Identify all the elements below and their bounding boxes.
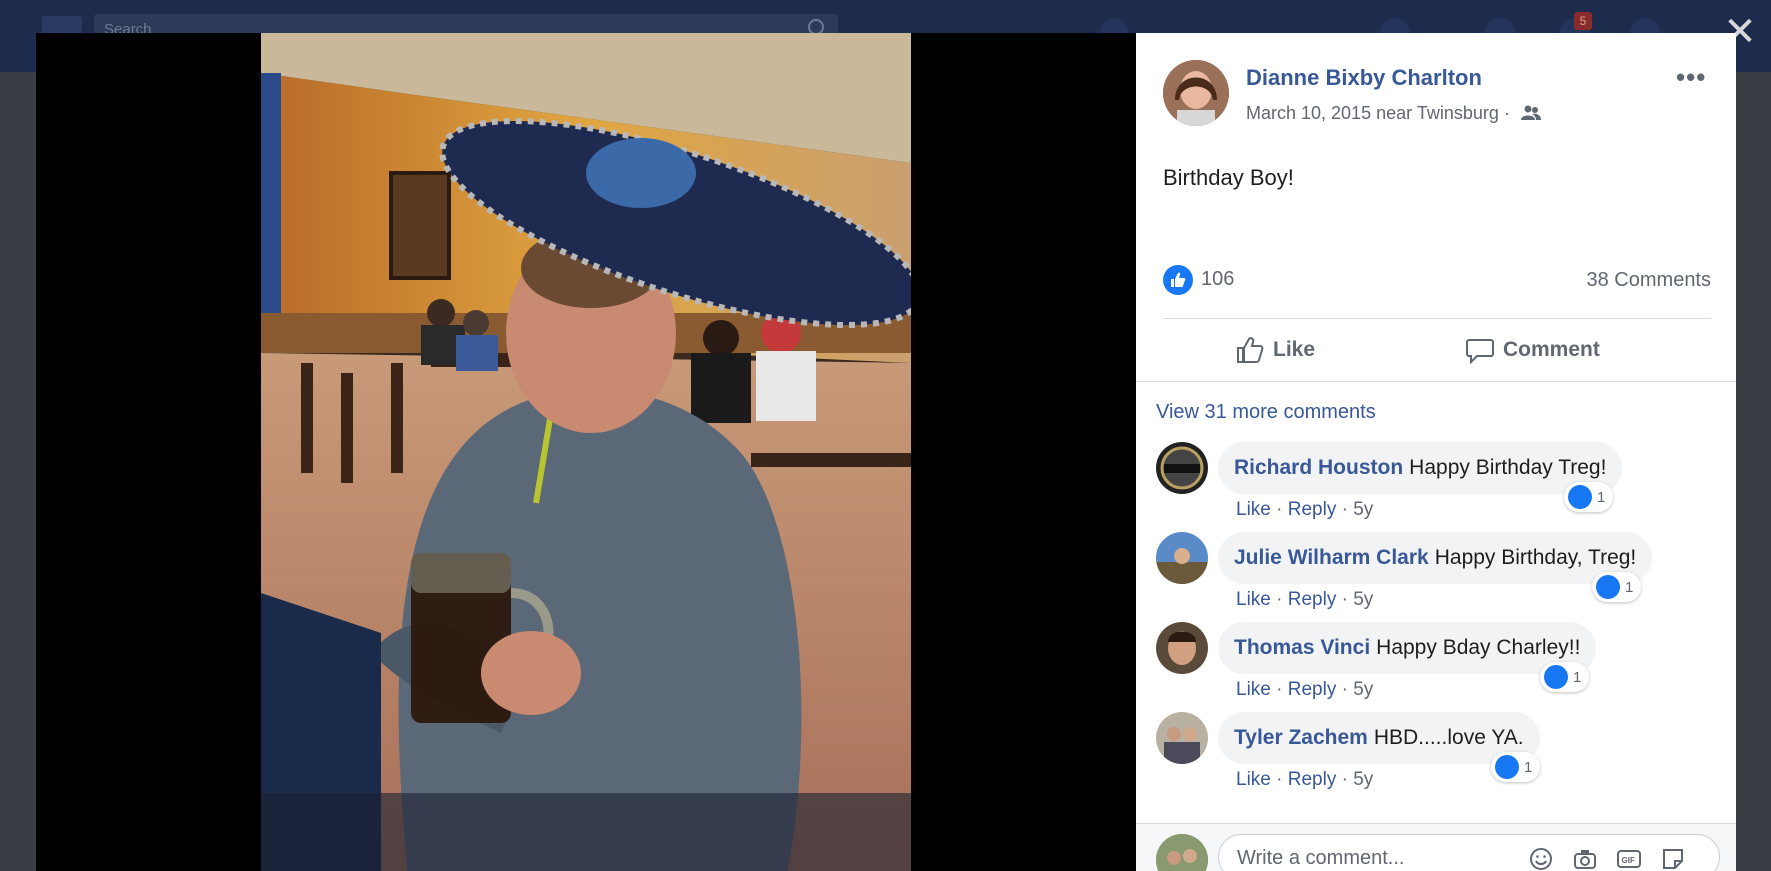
commenter-avatar[interactable] bbox=[1156, 712, 1208, 764]
comment-text: Happy Birthday, Treg! bbox=[1434, 546, 1637, 569]
like-reaction-icon bbox=[1544, 665, 1568, 689]
separator: · bbox=[1341, 679, 1348, 700]
comment-bubble: Richard Houston Happy Birthday Treg! bbox=[1218, 442, 1623, 494]
reactions-bar: 106 38 Comments bbox=[1163, 265, 1711, 295]
author-avatar[interactable] bbox=[1163, 60, 1229, 126]
notification-badge: 5 bbox=[1574, 12, 1592, 30]
comment-age[interactable]: 5y bbox=[1353, 679, 1373, 700]
meta-separator: · bbox=[1503, 103, 1510, 123]
commenter-name[interactable]: Thomas Vinci bbox=[1234, 636, 1370, 659]
commenter-name[interactable]: Richard Houston bbox=[1234, 456, 1403, 479]
post-photo[interactable] bbox=[261, 33, 911, 871]
separator: · bbox=[1341, 589, 1348, 610]
comment-input-placeholder: Write a comment... bbox=[1237, 847, 1405, 869]
comment-reply-link[interactable]: Reply bbox=[1288, 679, 1337, 700]
separator: · bbox=[1276, 589, 1283, 610]
reaction-number: 1 bbox=[1597, 488, 1606, 506]
separator: · bbox=[1276, 769, 1283, 790]
comment-item: Tyler Zachem HBD.....love YA. 1 Like · Re… bbox=[1156, 712, 1716, 802]
comment-bubble: Julie Wilharm Clark Happy Birthday, Treg! bbox=[1218, 532, 1653, 584]
like-button-label: Like bbox=[1273, 338, 1316, 361]
comment-like-link[interactable]: Like bbox=[1236, 769, 1271, 790]
post-author-name[interactable]: Dianne Bixby Charlton bbox=[1246, 65, 1482, 91]
post-caption: Birthday Boy! bbox=[1163, 165, 1294, 190]
commenter-avatar[interactable] bbox=[1156, 442, 1208, 494]
reaction-number: 1 bbox=[1573, 668, 1582, 686]
like-reaction-icon bbox=[1596, 575, 1620, 599]
comment-age[interactable]: 5y bbox=[1353, 589, 1373, 610]
divider bbox=[1136, 381, 1736, 382]
reaction-number: 1 bbox=[1625, 578, 1634, 596]
comment-reply-link[interactable]: Reply bbox=[1288, 499, 1337, 520]
thumbs-up-icon bbox=[1237, 337, 1264, 363]
comment-composer: Write a comment... GIF bbox=[1136, 823, 1736, 871]
post-actions: Like Comment bbox=[1163, 319, 1711, 381]
photo-image bbox=[261, 33, 911, 871]
sticker-icon[interactable] bbox=[1660, 846, 1686, 871]
separator: · bbox=[1276, 499, 1283, 520]
comment-text: Happy Bday Charley!! bbox=[1376, 636, 1581, 659]
comments-count[interactable]: 38 Comments bbox=[1587, 269, 1712, 292]
view-more-comments-link[interactable]: View 31 more comments bbox=[1156, 401, 1376, 424]
separator: · bbox=[1341, 769, 1348, 790]
svg-text:GIF: GIF bbox=[1622, 856, 1635, 865]
comment-like-link[interactable]: Like bbox=[1236, 589, 1271, 610]
like-reaction-icon bbox=[1568, 485, 1592, 509]
comment-actions: Like · Reply · 5y bbox=[1236, 769, 1373, 791]
comment-button-label: Comment bbox=[1503, 338, 1600, 361]
photo-theater: Dianne Bixby Charlton March 10, 2015 nea… bbox=[36, 33, 1736, 871]
reaction-number: 1 bbox=[1524, 758, 1533, 776]
separator: · bbox=[1341, 499, 1348, 520]
post-date[interactable]: March 10, 2015 bbox=[1246, 103, 1371, 123]
comment-reaction-count[interactable]: 1 bbox=[1491, 752, 1541, 782]
comment-button[interactable]: Comment bbox=[1465, 327, 1600, 373]
comment-item: Julie Wilharm Clark Happy Birthday, Treg!… bbox=[1156, 532, 1716, 622]
more-options-icon[interactable]: ••• bbox=[1676, 64, 1706, 90]
friends-icon[interactable] bbox=[1520, 105, 1541, 121]
comment-bubble-icon bbox=[1466, 339, 1494, 365]
gif-icon[interactable]: GIF bbox=[1616, 846, 1642, 871]
post-location[interactable]: Twinsburg bbox=[1417, 103, 1499, 123]
comment-bubble: Thomas Vinci Happy Bday Charley!! bbox=[1218, 622, 1597, 674]
comment-reaction-count[interactable]: 1 bbox=[1564, 482, 1614, 512]
commenter-name[interactable]: Julie Wilharm Clark bbox=[1234, 546, 1429, 569]
commenter-avatar[interactable] bbox=[1156, 622, 1208, 674]
camera-icon[interactable] bbox=[1572, 846, 1598, 871]
comment-text: HBD.....love YA. bbox=[1373, 726, 1524, 749]
location-prefix: near bbox=[1376, 103, 1413, 123]
current-user-avatar bbox=[1156, 834, 1208, 871]
comment-text: Happy Birthday Treg! bbox=[1409, 456, 1607, 479]
commenter-avatar[interactable] bbox=[1156, 532, 1208, 584]
comment-actions: Like · Reply · 5y bbox=[1236, 499, 1373, 521]
comment-actions: Like · Reply · 5y bbox=[1236, 679, 1373, 701]
comment-item: Richard Houston Happy Birthday Treg! 1 Li… bbox=[1156, 442, 1716, 532]
comment-age[interactable]: 5y bbox=[1353, 769, 1373, 790]
like-reaction-icon bbox=[1495, 755, 1519, 779]
comment-bubble: Tyler Zachem HBD.....love YA. bbox=[1218, 712, 1540, 764]
separator: · bbox=[1276, 679, 1283, 700]
comment-like-link[interactable]: Like bbox=[1236, 679, 1271, 700]
comment-actions: Like · Reply · 5y bbox=[1236, 589, 1373, 611]
like-count[interactable]: 106 bbox=[1201, 268, 1234, 291]
comment-reply-link[interactable]: Reply bbox=[1288, 589, 1337, 610]
emoji-icon[interactable] bbox=[1528, 846, 1554, 871]
comment-reaction-count[interactable]: 1 bbox=[1540, 662, 1590, 692]
author-avatar-image bbox=[1163, 60, 1229, 126]
comment-reply-link[interactable]: Reply bbox=[1288, 769, 1337, 790]
comment-item: Thomas Vinci Happy Bday Charley!! 1 Like … bbox=[1156, 622, 1716, 712]
comment-age[interactable]: 5y bbox=[1353, 499, 1373, 520]
post-side-panel: Dianne Bixby Charlton March 10, 2015 nea… bbox=[1136, 33, 1736, 871]
comment-like-link[interactable]: Like bbox=[1236, 499, 1271, 520]
commenter-name[interactable]: Tyler Zachem bbox=[1234, 726, 1368, 749]
like-button[interactable]: Like bbox=[1235, 327, 1315, 373]
post-meta: March 10, 2015 near Twinsburg · bbox=[1246, 103, 1541, 124]
like-reaction-icon[interactable] bbox=[1163, 265, 1193, 295]
composer-icons: GIF bbox=[1528, 846, 1686, 871]
photo-stage bbox=[36, 33, 1136, 871]
comment-reaction-count[interactable]: 1 bbox=[1592, 572, 1642, 602]
